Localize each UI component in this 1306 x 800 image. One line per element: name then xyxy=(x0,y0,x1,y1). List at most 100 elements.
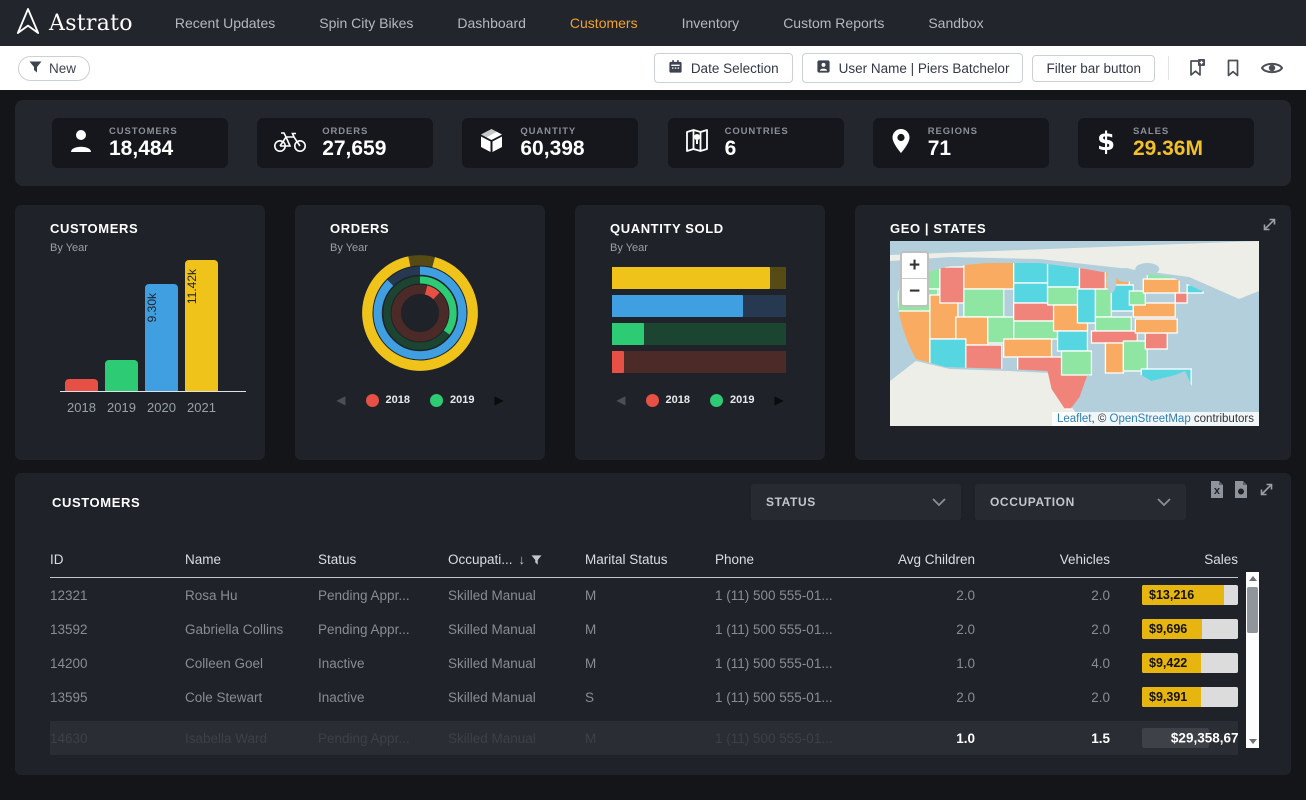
col-id[interactable]: ID xyxy=(50,552,185,567)
table-row[interactable]: 13592 Gabriella Collins Pending Appr... … xyxy=(50,612,1238,646)
nav-item-sandbox[interactable]: Sandbox xyxy=(928,15,983,31)
hbar-2019[interactable] xyxy=(612,323,786,345)
add-bookmark-icon[interactable] xyxy=(1182,58,1210,78)
cell-occupation: Skilled Manual xyxy=(448,622,585,637)
great-lake xyxy=(1135,263,1159,275)
calendar-icon xyxy=(668,59,683,77)
filter-bar-button[interactable]: Filter bar button xyxy=(1032,55,1155,82)
date-selection-label: Date Selection xyxy=(691,61,779,76)
sales-bar: $13,216 xyxy=(1142,585,1238,605)
expand-icon[interactable] xyxy=(1258,481,1275,498)
nav-item-customers[interactable]: Customers xyxy=(570,15,638,31)
osm-link[interactable]: OpenStreetMap xyxy=(1110,413,1191,425)
cell-marital: M xyxy=(585,588,715,603)
col-phone[interactable]: Phone xyxy=(715,552,880,567)
export-excel-icon[interactable]: X xyxy=(1210,481,1224,498)
nav-item-spin-city-bikes[interactable]: Spin City Bikes xyxy=(319,15,413,31)
column-filter-icon[interactable] xyxy=(531,555,542,565)
table-row[interactable]: 12321 Rosa Hu Pending Appr... Skilled Ma… xyxy=(50,578,1238,612)
nav-item-inventory[interactable]: Inventory xyxy=(682,15,740,31)
table-title: CUSTOMERS xyxy=(52,495,140,510)
legend-item-2018[interactable]: 2018 xyxy=(366,394,410,407)
nav-menu: Recent Updates Spin City Bikes Dashboard… xyxy=(175,15,984,31)
kpi-card-customers: CUSTOMERS18,484 xyxy=(52,118,228,168)
hbar-2021[interactable] xyxy=(612,267,786,289)
col-marital-status[interactable]: Marital Status xyxy=(585,552,715,567)
legend-next-icon[interactable]: ▶ xyxy=(774,393,783,407)
col-name[interactable]: Name xyxy=(185,552,318,567)
cell-marital: S xyxy=(585,690,715,705)
hbar-2018[interactable] xyxy=(612,351,786,373)
kpi-label: QUANTITY xyxy=(520,126,584,137)
brand[interactable]: Astrato xyxy=(16,7,133,40)
bar-2019[interactable] xyxy=(105,360,138,391)
legend-prev-icon[interactable]: ◀ xyxy=(616,393,625,407)
sales-bar: $9,391 xyxy=(1142,687,1238,707)
legend-next-icon[interactable]: ▶ xyxy=(494,393,503,407)
legend-dot xyxy=(430,394,443,407)
table-scrollbar[interactable] xyxy=(1246,572,1259,748)
bar-2020[interactable]: 9.30k xyxy=(145,284,178,391)
date-selection-button[interactable]: Date Selection xyxy=(654,53,793,83)
col-avg-children[interactable]: Avg Children xyxy=(880,552,975,567)
bar-2021[interactable]: 11.42k xyxy=(185,260,218,391)
scrollbar-thumb[interactable] xyxy=(1247,587,1258,633)
scroll-up-icon[interactable] xyxy=(1249,576,1257,581)
eye-icon[interactable] xyxy=(1256,59,1288,77)
top-nav: Astrato Recent Updates Spin City Bikes D… xyxy=(0,0,1306,46)
col-vehicles[interactable]: Vehicles xyxy=(975,552,1110,567)
total-sales: $29,358,677 xyxy=(1142,728,1238,748)
total-sales-cell: $29,358,677 xyxy=(1110,728,1238,748)
hbar-fill xyxy=(612,351,624,373)
leaflet-link[interactable]: Leaflet xyxy=(1057,413,1092,425)
sales-value: $9,391 xyxy=(1149,690,1187,704)
zoom-out-button[interactable]: − xyxy=(902,279,927,305)
table-row[interactable]: 14200 Colleen Goel Inactive Skilled Manu… xyxy=(50,646,1238,680)
panel-subtitle: By Year xyxy=(50,242,88,254)
sales-bar: $9,696 xyxy=(1142,619,1238,639)
hbar-2020[interactable] xyxy=(612,295,786,317)
new-filter-button[interactable]: New xyxy=(18,56,90,81)
panel-geo-states: GEO | STATES xyxy=(855,205,1291,460)
col-occupation[interactable]: Occupati... ↓ xyxy=(448,552,585,567)
sales-value: $9,696 xyxy=(1149,622,1187,636)
map-canvas[interactable]: + − Leaflet, © OpenStreetMap contributor… xyxy=(890,241,1259,426)
panel-customers-table: CUSTOMERS STATUS OCCUPATION X ID Name xyxy=(15,473,1291,775)
ghost-cell: M xyxy=(585,731,715,746)
user-name-button[interactable]: User Name | Piers Batchelor xyxy=(802,53,1024,83)
export-file-icon[interactable] xyxy=(1234,481,1248,498)
charts-row: CUSTOMERS By Year 9.30k11.42k 2018201920… xyxy=(15,205,1291,460)
legend-item-2019[interactable]: 2019 xyxy=(710,394,754,407)
table-row[interactable]: 13595 Cole Stewart Inactive Skilled Manu… xyxy=(50,680,1238,714)
scroll-down-icon[interactable] xyxy=(1249,739,1257,744)
legend-prev-icon[interactable]: ◀ xyxy=(336,393,345,407)
kpi-strip: CUSTOMERS18,484 ORDERS27,659 QUANTITY60,… xyxy=(15,100,1291,186)
expand-icon[interactable] xyxy=(1261,216,1278,238)
orders-radial-chart[interactable] xyxy=(358,251,482,375)
cell-marital: M xyxy=(585,656,715,671)
nav-item-custom-reports[interactable]: Custom Reports xyxy=(783,15,884,31)
bar-2018[interactable] xyxy=(65,379,98,391)
kpi-label: CUSTOMERS xyxy=(109,126,178,137)
nav-item-dashboard[interactable]: Dashboard xyxy=(457,15,526,31)
cell-vehicles: 2.0 xyxy=(975,622,1110,637)
col-sales[interactable]: Sales xyxy=(1110,552,1238,567)
legend-item-2019[interactable]: 2019 xyxy=(430,394,474,407)
sort-descending-icon[interactable]: ↓ xyxy=(519,552,526,567)
bookmark-icon[interactable] xyxy=(1219,58,1247,78)
astrato-logo-icon xyxy=(16,7,40,40)
occupation-filter-dropdown[interactable]: OCCUPATION xyxy=(975,484,1186,520)
nav-item-recent-updates[interactable]: Recent Updates xyxy=(175,15,275,31)
great-lake xyxy=(1106,269,1116,293)
filter-bar-label: Filter bar button xyxy=(1046,61,1141,76)
status-filter-dropdown[interactable]: STATUS xyxy=(751,484,961,520)
zoom-in-button[interactable]: + xyxy=(902,253,927,279)
attribution-text: contributors xyxy=(1191,413,1254,425)
sales-value: $13,216 xyxy=(1149,588,1194,602)
cell-name: Cole Stewart xyxy=(185,690,318,705)
user-name-label: User Name | Piers Batchelor xyxy=(839,61,1010,76)
us-states-map[interactable] xyxy=(890,241,1259,426)
col-status[interactable]: Status xyxy=(318,552,448,567)
total-vehicles: 1.5 xyxy=(975,731,1110,746)
legend-item-2018[interactable]: 2018 xyxy=(646,394,690,407)
